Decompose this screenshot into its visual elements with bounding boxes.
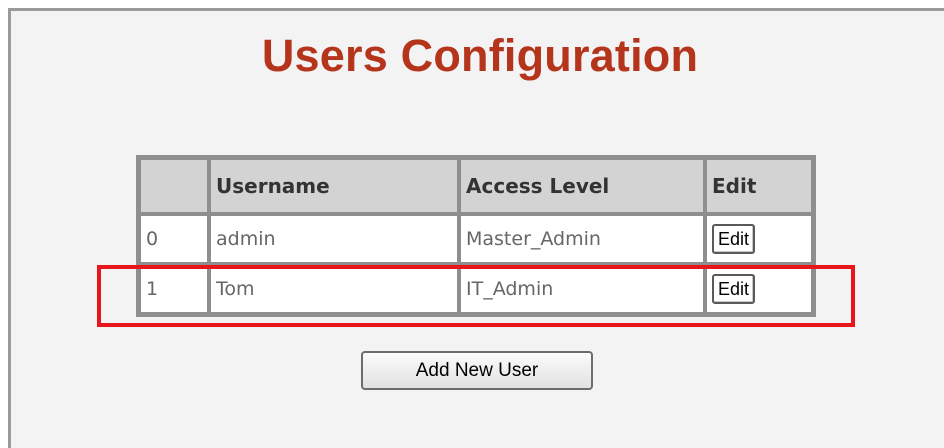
- table-row: 1 Tom IT_Admin Edit: [139, 264, 813, 314]
- column-header-edit: Edit: [705, 158, 813, 214]
- row-edit-cell: Edit: [705, 264, 813, 314]
- column-header-index: [139, 158, 209, 214]
- column-header-username: Username: [209, 158, 459, 214]
- row-username: Tom: [209, 264, 459, 314]
- users-table: Username Access Level Edit 0 admin Maste…: [136, 155, 816, 317]
- row-index: 1: [139, 264, 209, 314]
- row-edit-cell: Edit: [705, 214, 813, 264]
- row-username: admin: [209, 214, 459, 264]
- table-row: 0 admin Master_Admin Edit: [139, 214, 813, 264]
- row-index: 0: [139, 214, 209, 264]
- table-header-row: Username Access Level Edit: [139, 158, 813, 214]
- row-access-level: Master_Admin: [459, 214, 705, 264]
- edit-user-button[interactable]: Edit: [712, 274, 756, 304]
- row-access-level: IT_Admin: [459, 264, 705, 314]
- column-header-access-level: Access Level: [459, 158, 705, 214]
- edit-user-button[interactable]: Edit: [712, 224, 756, 254]
- add-new-user-button[interactable]: Add New User: [361, 351, 593, 390]
- page-title: Users Configuration: [261, 30, 699, 81]
